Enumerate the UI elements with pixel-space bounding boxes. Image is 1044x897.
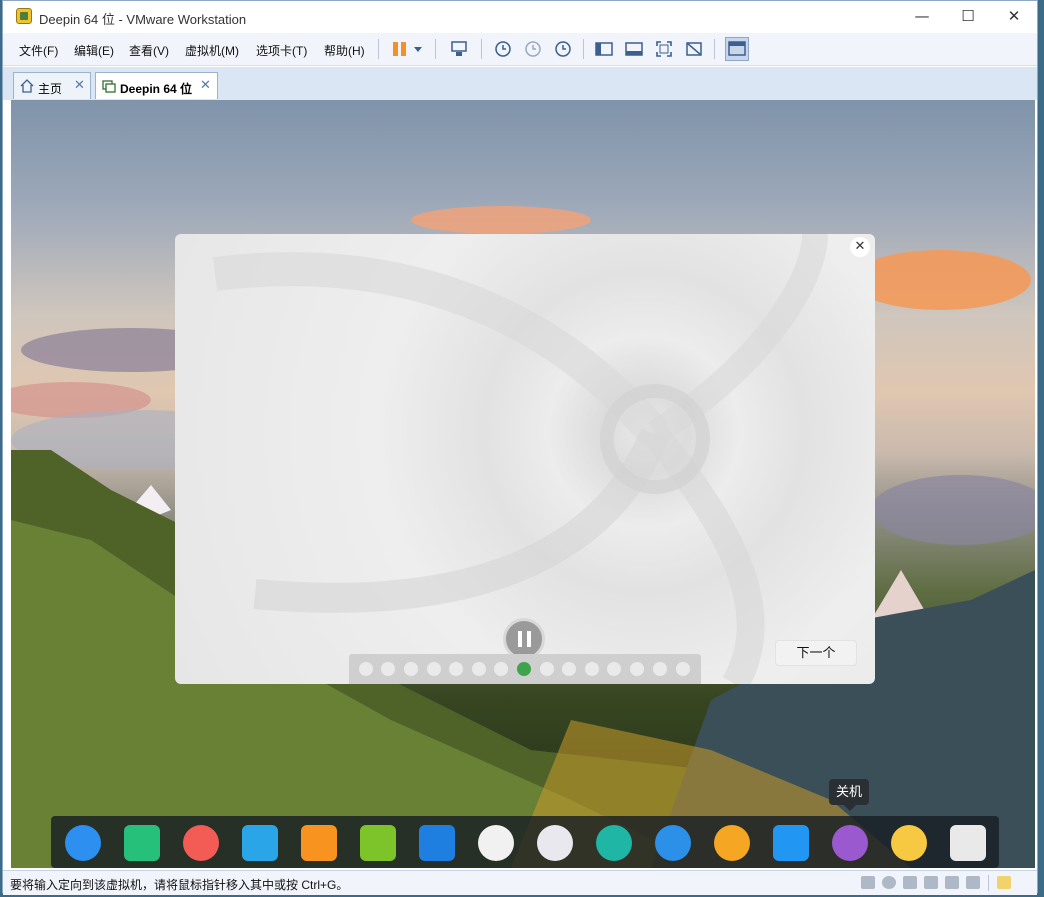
vmware-app-icon [16, 8, 32, 24]
menu-tabs[interactable]: 选项卡(T) [256, 42, 307, 59]
feature-dot-icon[interactable] [472, 662, 486, 676]
feature-dot-icon[interactable] [449, 662, 463, 676]
screen-recorder-icon[interactable] [183, 825, 219, 861]
toolbar-separator [481, 39, 482, 59]
minimize-button[interactable]: — [899, 1, 945, 32]
send-ctrl-alt-del-icon[interactable] [449, 39, 469, 59]
console-view-icon[interactable] [725, 37, 749, 61]
app-store-icon[interactable] [301, 825, 337, 861]
feature-dot-active-icon[interactable] [517, 662, 531, 676]
toolbar-separator [435, 39, 436, 59]
snapshot-manager-icon[interactable] [552, 39, 572, 59]
vm-icon [102, 80, 116, 93]
menu-bar: 文件(F) 编辑(E) 查看(V) 虚拟机(M) 选项卡(T) 帮助(H) [3, 33, 1037, 66]
menu-view[interactable]: 查看(V) [129, 42, 169, 59]
home-icon [20, 79, 34, 93]
close-button[interactable]: ✕ [991, 1, 1037, 32]
usb-icon[interactable] [966, 876, 980, 889]
tab-home-label: 主页 [38, 82, 63, 96]
video-icon[interactable] [419, 825, 455, 861]
chrome-icon[interactable] [478, 825, 514, 861]
feature-dot-icon[interactable] [653, 662, 667, 676]
feature-icon-strip [349, 654, 701, 684]
feature-dot-icon[interactable] [585, 662, 599, 676]
file-manager-icon[interactable] [242, 825, 278, 861]
dock [51, 816, 999, 868]
trash-icon[interactable] [950, 825, 986, 861]
deepin-swirl-background [212, 234, 828, 684]
full-screen-icon[interactable] [654, 39, 674, 59]
feature-dot-icon[interactable] [540, 662, 554, 676]
cd-rom-icon[interactable] [882, 876, 896, 889]
power-tooltip: 关机 [829, 779, 869, 811]
toolbar-separator [583, 39, 584, 59]
printer-icon[interactable] [924, 876, 938, 889]
power-icon[interactable] [832, 825, 868, 861]
feature-dot-icon[interactable] [381, 662, 395, 676]
status-message: 要将输入定向到该虚拟机，请将鼠标指针移入其中或按 Ctrl+G。 [10, 878, 349, 892]
feature-dot-icon[interactable] [607, 662, 621, 676]
tab-deepin[interactable]: Deepin 64 位 ✕ [95, 72, 218, 99]
show-library-icon[interactable] [594, 39, 614, 59]
tab-home-close-icon[interactable]: ✕ [74, 77, 85, 93]
feature-dot-icon[interactable] [630, 662, 644, 676]
feature-dot-icon[interactable] [494, 662, 508, 676]
tab-bar: 主页 ✕ Deepin 64 位 ✕ [3, 67, 1037, 100]
browser-icon[interactable] [714, 825, 750, 861]
settings-icon[interactable] [537, 825, 573, 861]
pause-dropdown-icon[interactable] [412, 39, 424, 59]
pause-icon[interactable] [390, 39, 410, 59]
revert-snapshot-icon[interactable] [522, 39, 542, 59]
maximize-button[interactable]: ☐ [945, 1, 991, 32]
status-separator [988, 875, 989, 891]
snapshot-icon[interactable] [492, 39, 512, 59]
sound-icon[interactable] [945, 876, 959, 889]
feature-dot-icon[interactable] [562, 662, 576, 676]
welcome-dialog: ✕ 下一个 [175, 234, 875, 684]
feature-dot-icon[interactable] [427, 662, 441, 676]
feature-dot-icon[interactable] [676, 662, 690, 676]
thumbnail-bar-icon[interactable] [624, 39, 644, 59]
menu-edit[interactable]: 编辑(E) [74, 42, 114, 59]
keyboard-icon[interactable] [655, 825, 691, 861]
clock-icon[interactable] [891, 825, 927, 861]
status-bar: 要将输入定向到该虚拟机，请将鼠标指针移入其中或按 Ctrl+G。 [3, 870, 1037, 895]
vmware-window: Deepin 64 位 - VMware Workstation — ☐ ✕ 文… [2, 0, 1038, 895]
network-icon[interactable] [903, 876, 917, 889]
toolbar-separator [714, 39, 715, 59]
tab-deepin-label: Deepin 64 位 [120, 82, 193, 96]
unity-mode-icon[interactable] [684, 39, 704, 59]
feature-dot-icon[interactable] [359, 662, 373, 676]
feature-dot-icon[interactable] [404, 662, 418, 676]
tab-deepin-close-icon[interactable]: ✕ [200, 77, 211, 93]
menu-file[interactable]: 文件(F) [19, 42, 58, 59]
title-bar: Deepin 64 位 - VMware Workstation — ☐ ✕ [3, 1, 1037, 32]
dialog-close-button[interactable]: ✕ [850, 237, 870, 257]
menu-vm[interactable]: 虚拟机(M) [185, 42, 239, 59]
window-title: Deepin 64 位 - VMware Workstation [39, 12, 247, 27]
launcher-icon[interactable] [65, 825, 101, 861]
tab-home[interactable]: 主页 ✕ [13, 72, 91, 99]
toolbar-separator [378, 39, 379, 59]
music-icon[interactable] [360, 825, 396, 861]
menu-help[interactable]: 帮助(H) [324, 42, 365, 59]
vm-console[interactable]: ✕ 下一个 关机 [11, 100, 1035, 868]
handshake-icon[interactable] [596, 825, 632, 861]
screenshot-icon[interactable] [773, 825, 809, 861]
next-button[interactable]: 下一个 [775, 640, 857, 666]
message-log-icon[interactable] [997, 876, 1011, 889]
hard-disk-icon[interactable] [861, 876, 875, 889]
terminal-icon[interactable] [124, 825, 160, 861]
